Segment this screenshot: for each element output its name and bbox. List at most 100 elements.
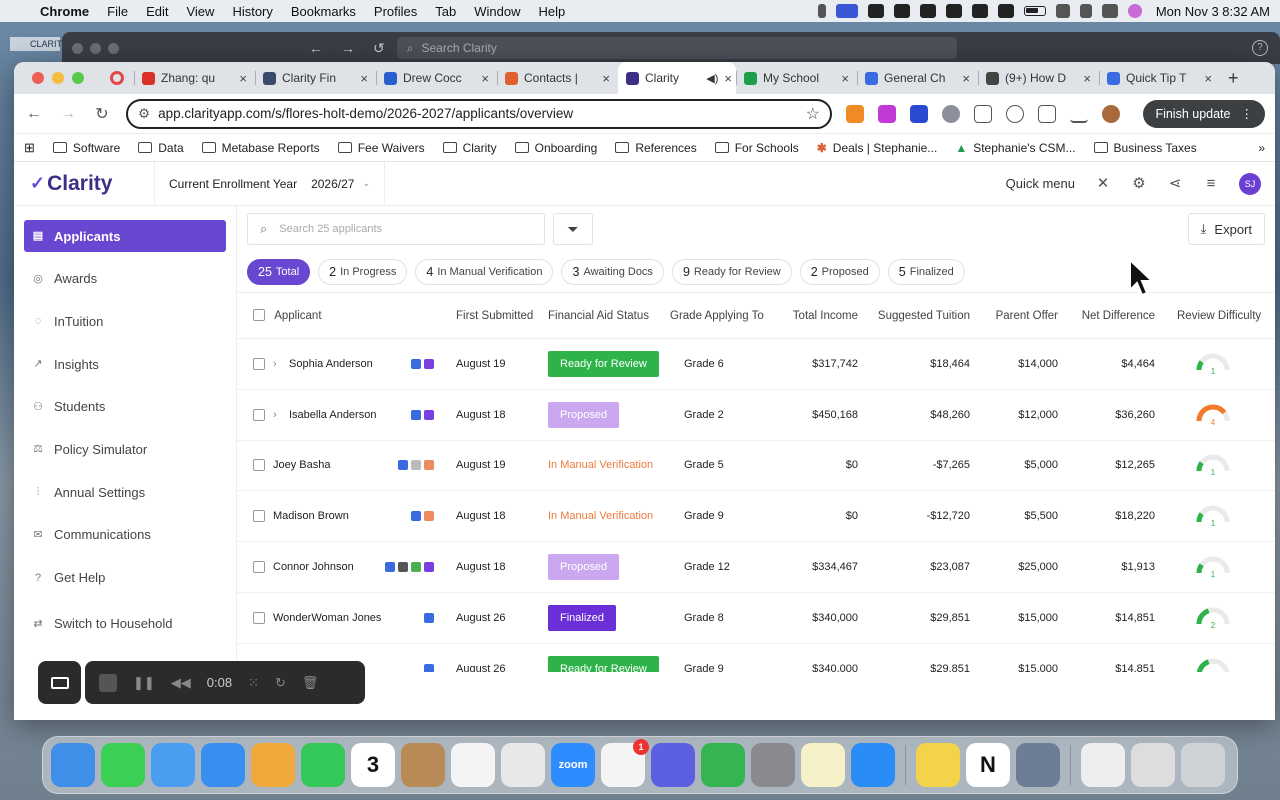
close-window-button[interactable] — [32, 72, 44, 84]
applicant-flag-icon[interactable] — [424, 358, 434, 369]
filter-button[interactable]: ⏷ — [553, 213, 593, 245]
status-pill[interactable]: 4 In Manual Verification — [415, 259, 554, 285]
export-button[interactable]: ⤓ Export — [1187, 213, 1265, 245]
photos-icon[interactable] — [251, 743, 295, 787]
menu-bookmarks[interactable]: Bookmarks — [291, 4, 356, 19]
applicant-flag-icon[interactable] — [411, 460, 421, 471]
zoom-status-icon[interactable] — [893, 4, 910, 18]
row-checkbox[interactable] — [253, 408, 265, 421]
csv-file-icon[interactable] — [1081, 743, 1125, 787]
speaker-icon[interactable]: ◀) — [706, 72, 718, 85]
close-tab-icon[interactable]: × — [1204, 71, 1212, 86]
more-bookmarks-icon[interactable]: » — [1258, 141, 1265, 155]
header-financial-aid-status[interactable]: Financial Aid Status — [544, 293, 666, 339]
zoom-icon[interactable]: zoom — [551, 743, 595, 787]
quick-menu-button[interactable]: Quick menu — [1006, 176, 1075, 191]
tab-8[interactable]: Quick Tip T × — [1099, 62, 1220, 94]
extensions-puzzle-icon[interactable] — [974, 104, 992, 123]
header-suggested-tuition[interactable]: Suggested Tuition — [862, 293, 974, 339]
menu-view[interactable]: View — [186, 4, 214, 19]
menu-tab[interactable]: Tab — [435, 4, 456, 19]
menu-file[interactable]: File — [107, 4, 128, 19]
stop-recording-button[interactable] — [99, 673, 117, 692]
close-tab-icon[interactable]: × — [962, 71, 970, 86]
preview-icon[interactable] — [1016, 743, 1060, 787]
status-badge[interactable]: Finalized — [548, 604, 617, 631]
status-badge[interactable]: Proposed — [548, 554, 620, 581]
chevron-right-icon[interactable]: › — [273, 358, 281, 370]
tools-icon[interactable]: ✕ — [1095, 175, 1111, 192]
tab-5[interactable]: My School × — [736, 62, 857, 94]
settings-app-icon[interactable] — [651, 743, 695, 787]
applicant-flag-icon[interactable] — [411, 562, 421, 573]
menu-window[interactable]: Window — [474, 4, 520, 19]
address-bar[interactable]: ⚙ app.clarityapp.com/s/flores-holt-demo/… — [126, 98, 832, 129]
reminders-icon[interactable] — [451, 743, 495, 787]
camera-toggle-button[interactable] — [38, 661, 81, 704]
year-value-dropdown[interactable]: 2026/27 ⌄ — [311, 177, 370, 191]
help-icon[interactable]: ? — [1252, 40, 1268, 56]
history-icon[interactable]: ↺ — [373, 40, 385, 57]
status-pill[interactable]: 2 Proposed — [799, 259, 880, 285]
back-icon[interactable]: ← — [24, 105, 44, 123]
battery-icon[interactable] — [1023, 6, 1046, 16]
chevron-right-icon[interactable]: › — [273, 409, 281, 421]
applicant-flag-icon[interactable] — [424, 562, 434, 573]
applicant-flag-icon[interactable] — [398, 562, 408, 573]
more-vertical-icon[interactable]: ⋮ — [1241, 106, 1254, 121]
bookmark-star-icon[interactable]: ☆ — [806, 104, 820, 124]
contacts-icon[interactable] — [401, 743, 445, 787]
sidebar-item-students[interactable]: ⚇ Students — [24, 391, 226, 423]
bookmark-folder[interactable]: Clarity — [442, 141, 497, 155]
notes-icon[interactable] — [801, 743, 845, 787]
table-row[interactable]: August 26 Ready for Review Grade 9 $340,… — [237, 643, 1275, 672]
menu-edit[interactable]: Edit — [146, 4, 168, 19]
close-tab-icon[interactable]: × — [602, 71, 610, 86]
tab-3[interactable]: Contacts | × — [497, 62, 618, 94]
settings-status-icon[interactable] — [867, 4, 884, 18]
notion-status-icon[interactable] — [919, 4, 936, 18]
profile-avatar-icon[interactable] — [1102, 104, 1120, 123]
back-arrow-icon[interactable]: ← — [309, 40, 323, 57]
close-tab-icon[interactable]: × — [1083, 71, 1091, 86]
status-pill[interactable]: 2 In Progress — [318, 259, 408, 285]
header-parent-offer[interactable]: Parent Offer — [974, 293, 1062, 339]
header-total-income[interactable]: Total Income — [766, 293, 862, 339]
calendar-icon[interactable]: 3 — [351, 743, 395, 787]
table-row[interactable]: Madison Brown August 18 In Manual Verifi… — [237, 491, 1275, 542]
numbers-icon[interactable] — [701, 743, 745, 787]
slack-icon[interactable]: 1 — [601, 739, 649, 787]
system-preferences-icon[interactable] — [751, 743, 795, 787]
arc-status-icon[interactable] — [971, 4, 988, 18]
share-icon[interactable]: ⋖ — [1167, 175, 1183, 192]
chrome-icon[interactable] — [501, 743, 545, 787]
bookmark-folder[interactable]: For Schools — [714, 141, 799, 155]
notion-icon[interactable]: N — [966, 743, 1010, 787]
row-checkbox[interactable] — [253, 611, 265, 624]
applicant-flag-icon[interactable] — [398, 460, 408, 471]
applicant-name[interactable]: Madison Brown — [273, 510, 403, 522]
forward-icon[interactable]: → — [58, 105, 78, 123]
extension-orange-icon[interactable] — [846, 104, 864, 123]
bookmark-folder[interactable]: Metabase Reports — [201, 141, 320, 155]
sidebar-item-get-help[interactable]: ? Get Help — [24, 562, 226, 594]
site-info-icon[interactable]: ⚙ — [138, 106, 150, 122]
header-grade[interactable]: Grade Applying To — [666, 293, 766, 339]
table-row[interactable]: › Sophia Anderson August 19 Ready for Re… — [237, 339, 1275, 390]
sidebar-item-communications[interactable]: ✉ Communications — [24, 519, 226, 551]
applicant-flag-icon[interactable] — [424, 460, 434, 471]
tab-0[interactable]: Zhang: qu × — [134, 62, 255, 94]
menu-history[interactable]: History — [232, 4, 272, 19]
status-pill[interactable]: 3 Awaiting Docs — [561, 259, 664, 285]
bookmark-folder[interactable]: Onboarding — [514, 141, 597, 155]
applicant-flag-icon[interactable] — [424, 511, 434, 522]
applicant-flag-icon[interactable] — [411, 358, 421, 369]
wifi-icon[interactable] — [1055, 4, 1070, 18]
extension-grammarly-icon[interactable] — [942, 104, 960, 123]
tab-1[interactable]: Clarity Fin × — [255, 62, 376, 94]
close-tab-icon[interactable]: × — [239, 71, 247, 86]
applicant-name[interactable]: Sophia Anderson — [289, 358, 403, 370]
row-checkbox[interactable] — [253, 459, 265, 472]
bookmark-folder[interactable]: Data — [138, 141, 184, 155]
row-checkbox[interactable] — [253, 357, 265, 370]
